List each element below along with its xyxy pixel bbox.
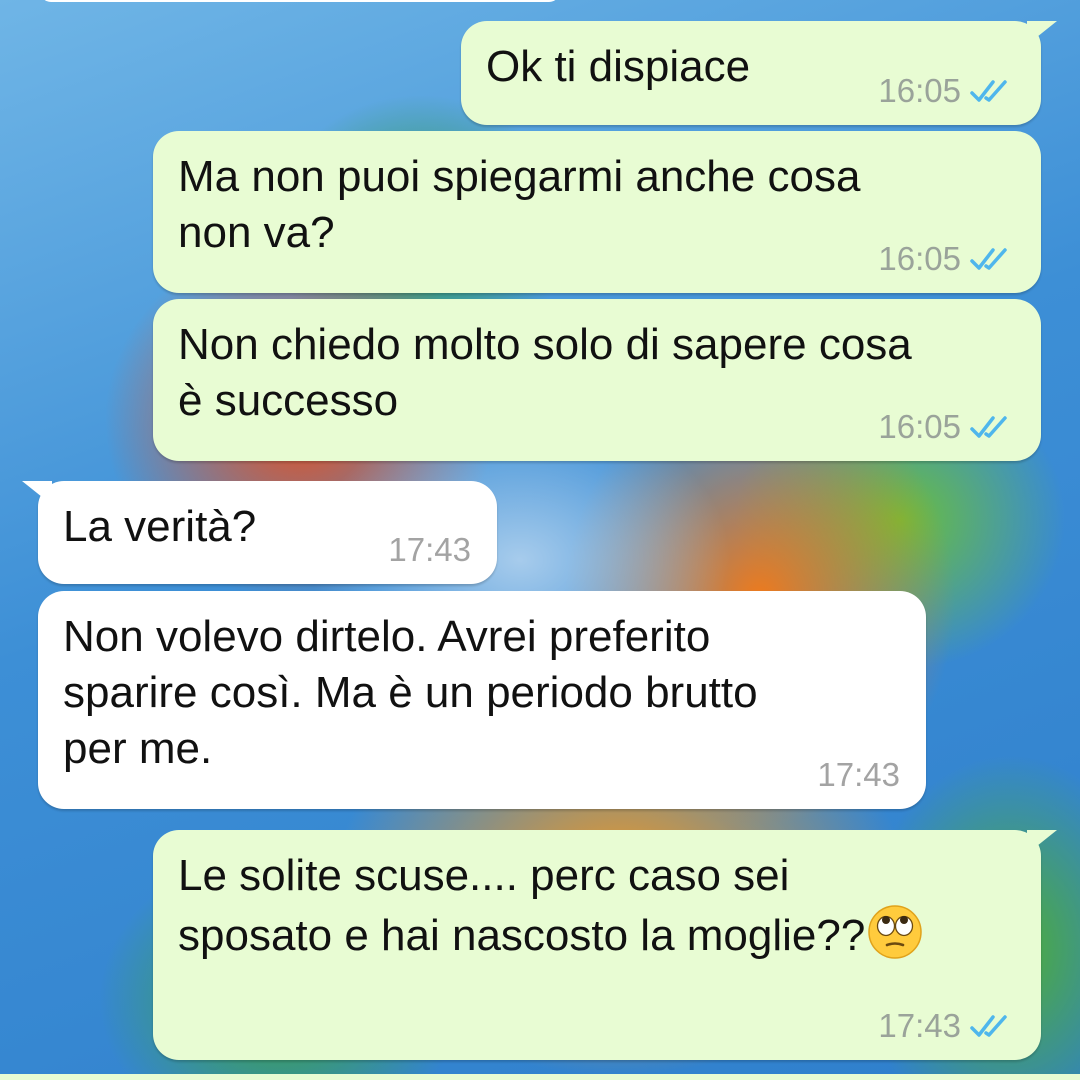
message-time: 16:05 [878,408,961,445]
message-bubble-outgoing[interactable]: Ma non puoi spiegarmi anche cosa non va?… [153,131,1041,293]
message-meta: 17:43 [388,530,471,570]
face-with-rolling-eyes-icon [868,905,923,959]
double-check-read-icon [970,1015,1007,1037]
message-meta: 17:43 [878,1006,1015,1046]
message-text: La verità? [63,502,257,551]
message-bubble-outgoing[interactable]: Non chiedo molto solo di sapere cosa è s… [153,299,1041,461]
message-text: Ok ti dispiace [486,42,751,91]
message-text: Non chiedo molto solo di sapere cosa è s… [178,320,912,425]
previous-message-edge [40,0,560,2]
message-meta: 16:05 [878,71,1015,111]
message-meta: 16:05 [878,407,1015,447]
next-message-edge [0,1074,1080,1080]
message-text-content: Le solite scuse.... perc caso sei sposat… [178,851,866,960]
message-time: 16:05 [878,72,961,109]
message-time: 17:43 [878,1007,961,1044]
message-meta: 16:05 [878,239,1015,279]
message-time: 17:43 [388,531,471,568]
message-time: 16:05 [878,240,961,277]
double-check-read-icon [970,248,1007,270]
message-bubble-outgoing[interactable]: Le solite scuse.... perc caso sei sposat… [153,830,1057,1060]
message-text: Le solite scuse.... perc caso sei sposat… [178,848,923,964]
message-text: Non volevo dirtelo. Avrei preferito spar… [63,612,758,773]
message-text: Ma non puoi spiegarmi anche cosa non va? [178,152,861,257]
message-bubble-outgoing[interactable]: Ok ti dispiace 16:05 [461,21,1057,125]
double-check-read-icon [970,80,1007,102]
message-bubble-incoming[interactable]: La verità? 17:43 [22,481,497,584]
double-check-read-icon [970,416,1007,438]
message-time: 17:43 [817,756,900,793]
message-meta: 17:43 [817,755,900,795]
message-bubble-incoming[interactable]: Non volevo dirtelo. Avrei preferito spar… [38,591,926,809]
